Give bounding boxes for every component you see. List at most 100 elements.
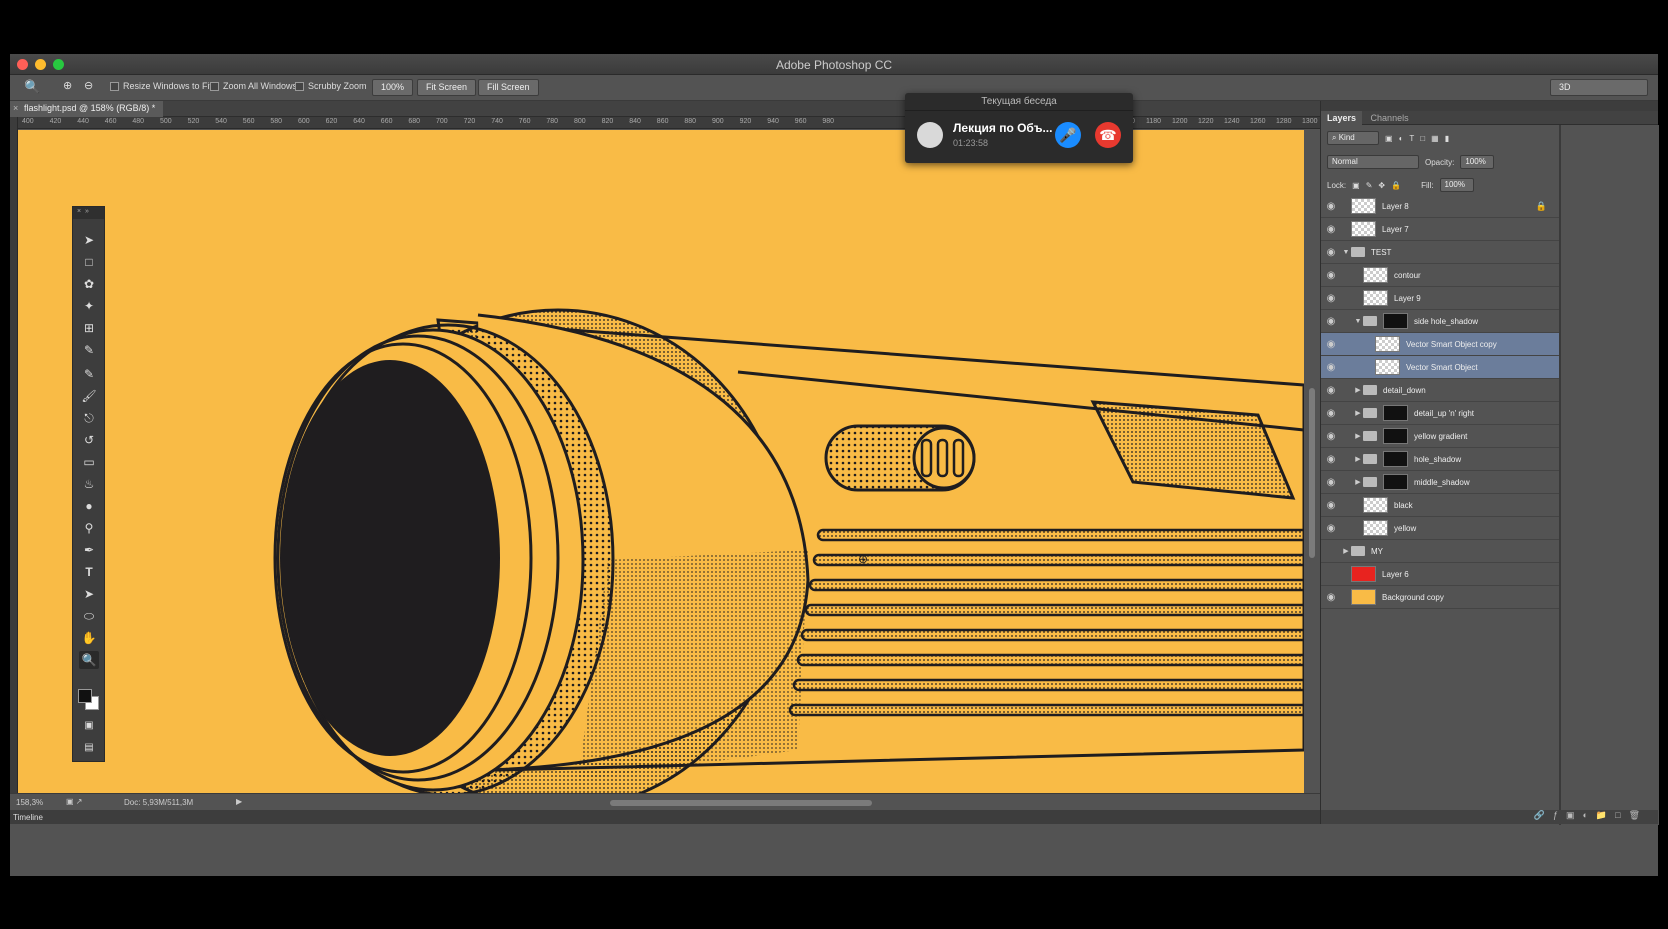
blur-tool-icon[interactable]: ● bbox=[79, 497, 99, 515]
layer-row[interactable]: ◉ Layer 7 bbox=[1321, 218, 1559, 241]
expand-group-icon[interactable]: ▶ bbox=[1353, 386, 1363, 394]
visibility-eye-icon[interactable]: ◉ bbox=[1321, 270, 1341, 281]
zoom-tool-icon[interactable]: 🔍 bbox=[24, 79, 40, 95]
visibility-eye-icon[interactable]: ◉ bbox=[1321, 477, 1341, 488]
zoom-tool-active-icon[interactable]: 🔍 bbox=[79, 651, 99, 669]
filter-pixel-icon[interactable]: ▣ bbox=[1385, 134, 1393, 143]
fit-screen-button[interactable]: Fit Screen bbox=[417, 79, 477, 96]
visibility-eye-icon[interactable]: ◉ bbox=[1321, 431, 1341, 442]
opacity-input[interactable]: 100% bbox=[1460, 155, 1495, 169]
filter-type-icon[interactable]: T bbox=[1409, 134, 1414, 143]
crop-tool-icon[interactable]: ⊞ bbox=[79, 319, 99, 337]
layer-row[interactable]: ◉ yellow bbox=[1321, 517, 1559, 540]
layer-row[interactable]: ◉ ▶ detail_up 'n' right bbox=[1321, 402, 1559, 425]
layer-row[interactable]: ◉ ▼ TEST bbox=[1321, 241, 1559, 264]
tools-panel-header[interactable]: × » bbox=[73, 207, 104, 219]
resize-windows-checkbox[interactable]: Resize Windows to Fit bbox=[110, 81, 212, 91]
close-tab-icon[interactable]: × bbox=[13, 103, 18, 113]
visibility-eye-icon[interactable]: ◉ bbox=[1321, 592, 1341, 603]
stamp-tool-icon[interactable]: ⎋ bbox=[79, 409, 99, 427]
workspace-select[interactable]: 3D bbox=[1550, 79, 1648, 96]
foreground-color-swatch[interactable] bbox=[78, 689, 92, 703]
visibility-eye-icon[interactable]: ◉ bbox=[1321, 247, 1341, 258]
layer-mask-thumbnail[interactable] bbox=[1383, 451, 1408, 467]
visibility-eye-icon[interactable]: ◉ bbox=[1321, 523, 1341, 534]
expand-group-icon[interactable]: ▼ bbox=[1341, 249, 1351, 256]
blend-mode-select[interactable]: Normal bbox=[1327, 155, 1419, 169]
layer-row[interactable]: ◉ ▶ detail_down bbox=[1321, 379, 1559, 402]
expand-group-icon[interactable]: ▶ bbox=[1353, 432, 1363, 440]
lock-pixels-icon[interactable]: ✎ bbox=[1366, 181, 1373, 190]
filter-shape-icon[interactable]: □ bbox=[1420, 134, 1425, 143]
visibility-eye-icon[interactable]: ◉ bbox=[1321, 546, 1341, 557]
zoom-all-checkbox[interactable]: Zoom All Windows bbox=[210, 81, 297, 91]
layer-row[interactable]: ◉ Layer 8 🔒 bbox=[1321, 195, 1559, 218]
screen-mode-icon[interactable]: ▤ bbox=[79, 739, 99, 757]
lasso-tool-icon[interactable]: ✿ bbox=[79, 275, 99, 293]
status-menu-arrow-icon[interactable]: ▶ bbox=[236, 797, 242, 806]
path-selection-tool-icon[interactable]: ➤ bbox=[79, 585, 99, 603]
paint-bucket-tool-icon[interactable]: ♨ bbox=[79, 475, 99, 493]
layer-row[interactable]: ◉ Background copy bbox=[1321, 586, 1559, 609]
expand-group-icon[interactable]: ▶ bbox=[1341, 547, 1351, 555]
document-tab[interactable]: × flashlight.psd @ 158% (RGB/8) * bbox=[10, 101, 164, 117]
layer-row[interactable]: ◉ Layer 6 bbox=[1321, 563, 1559, 586]
zoom-level[interactable]: 158,3% bbox=[16, 798, 43, 807]
visibility-eye-icon[interactable]: ◉ bbox=[1321, 224, 1341, 235]
visibility-eye-icon[interactable]: ◉ bbox=[1321, 316, 1341, 327]
lock-transparent-icon[interactable]: ▣ bbox=[1352, 181, 1360, 190]
expand-group-icon[interactable]: ▶ bbox=[1353, 409, 1363, 417]
hand-tool-icon[interactable]: ✋ bbox=[79, 629, 99, 647]
tab-channels[interactable]: Channels bbox=[1365, 111, 1415, 125]
pen-tool-icon[interactable]: ✒ bbox=[79, 541, 99, 559]
marquee-tool-icon[interactable]: □ bbox=[79, 253, 99, 271]
layer-mask-thumbnail[interactable] bbox=[1383, 405, 1408, 421]
quick-mask-icon[interactable]: ▣ bbox=[79, 717, 99, 735]
visibility-eye-icon[interactable]: ◉ bbox=[1321, 362, 1341, 373]
visibility-eye-icon[interactable]: ◉ bbox=[1321, 385, 1341, 396]
layer-row[interactable]: ◉ black bbox=[1321, 494, 1559, 517]
visibility-eye-icon[interactable]: ◉ bbox=[1321, 293, 1341, 304]
layer-row[interactable]: ◉ Vector Smart Object copy bbox=[1321, 333, 1559, 356]
expand-group-icon[interactable]: ▶ bbox=[1353, 478, 1363, 486]
layer-row[interactable]: ◉ ▶ middle_shadow bbox=[1321, 471, 1559, 494]
dodge-tool-icon[interactable]: ⚲ bbox=[79, 519, 99, 537]
visibility-eye-icon[interactable]: ◉ bbox=[1321, 500, 1341, 511]
tab-layers[interactable]: Layers bbox=[1321, 111, 1363, 125]
healing-brush-tool-icon[interactable]: ✎ bbox=[79, 365, 99, 383]
layer-row[interactable]: ◉ ▶ hole_shadow bbox=[1321, 448, 1559, 471]
layer-mask-thumbnail[interactable] bbox=[1383, 428, 1408, 444]
scrubby-zoom-checkbox[interactable]: Scrubby Zoom bbox=[295, 81, 367, 91]
filter-adjustment-icon[interactable]: ◐ bbox=[1399, 134, 1404, 143]
layers-footer-icons[interactable]: 🔗ƒ▣◐📁□🗑 bbox=[1321, 810, 1658, 824]
lock-position-icon[interactable]: ✥ bbox=[1378, 181, 1385, 190]
eyedropper-tool-icon[interactable]: ✎ bbox=[79, 341, 99, 359]
horizontal-scroll-thumb[interactable] bbox=[610, 800, 872, 806]
layer-row[interactable]: ◉ ▼ side hole_shadow bbox=[1321, 310, 1559, 333]
expand-group-icon[interactable]: ▶ bbox=[1353, 455, 1363, 463]
filter-smart-icon[interactable]: ▦ bbox=[1431, 134, 1439, 143]
type-tool-icon[interactable]: T bbox=[79, 563, 99, 581]
layer-row[interactable]: ◉ ▶ yellow gradient bbox=[1321, 425, 1559, 448]
history-brush-tool-icon[interactable]: ↺ bbox=[79, 431, 99, 449]
zoom-100-button[interactable]: 100% bbox=[372, 79, 414, 96]
layer-row[interactable]: ◉▶ MY bbox=[1321, 540, 1559, 563]
eraser-tool-icon[interactable]: ▭ bbox=[79, 453, 99, 471]
layer-mask-thumbnail[interactable] bbox=[1383, 474, 1408, 490]
brush-tool-icon[interactable]: 🖌 bbox=[79, 387, 99, 405]
document-canvas[interactable]: ⊕ bbox=[18, 130, 1304, 793]
layer-row[interactable]: ◉ Layer 9 bbox=[1321, 287, 1559, 310]
visibility-eye-icon[interactable]: ◉ bbox=[1321, 408, 1341, 419]
magic-wand-tool-icon[interactable]: ✦ bbox=[79, 297, 99, 315]
ellipse-tool-icon[interactable]: ⬭ bbox=[79, 607, 99, 625]
visibility-eye-icon[interactable]: ◉ bbox=[1321, 569, 1341, 580]
vertical-scrollbar[interactable] bbox=[1304, 130, 1320, 793]
filter-kind-select[interactable]: ⌕ Kind bbox=[1327, 131, 1379, 145]
layer-row[interactable]: ◉ Vector Smart Object bbox=[1321, 356, 1559, 379]
fill-screen-button[interactable]: Fill Screen bbox=[478, 79, 539, 96]
vertical-scroll-thumb[interactable] bbox=[1309, 388, 1315, 558]
lock-all-icon[interactable]: 🔒 bbox=[1391, 181, 1401, 190]
move-tool-icon[interactable]: ➤ bbox=[79, 231, 99, 249]
zoom-in-icon[interactable]: ⊕ bbox=[63, 79, 72, 92]
layer-row[interactable]: ◉ contour bbox=[1321, 264, 1559, 287]
